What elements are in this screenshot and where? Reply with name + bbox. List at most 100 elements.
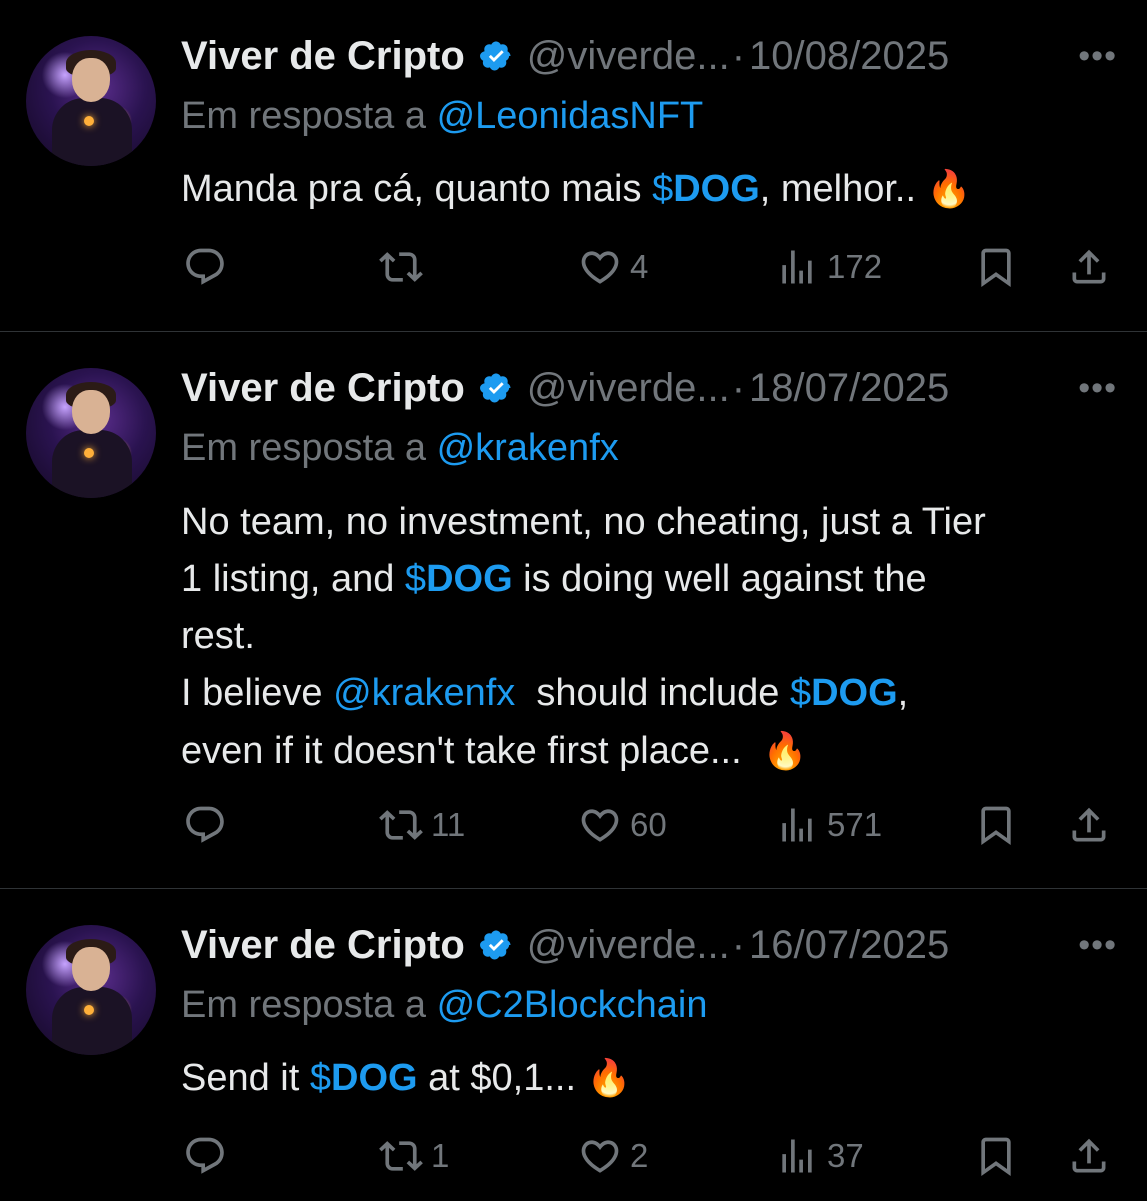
more-options-icon[interactable]: •••: [1078, 32, 1117, 80]
tweet-text-line: Manda pra cá, quanto mais $DOG, melhor..…: [181, 160, 971, 218]
retweet-button[interactable]: 1: [379, 1131, 449, 1181]
views-button[interactable]: 571: [775, 800, 882, 850]
like-count: 60: [630, 806, 667, 843]
tweet-2[interactable]: Viver de Cripto @viverde... · 18/07/2025…: [0, 332, 1147, 889]
cashtag-link[interactable]: $DOG: [405, 558, 513, 600]
text-segment: Manda pra cá, quanto mais: [181, 168, 653, 210]
cashtag-link[interactable]: $DOG: [310, 1057, 418, 1099]
avatar[interactable]: [26, 36, 156, 166]
author-handle[interactable]: @viverde...: [527, 32, 730, 80]
tweet-1[interactable]: Viver de Cripto @viverde... · 10/08/2025…: [0, 0, 1147, 332]
views-icon: [782, 250, 812, 284]
reply-context: Em resposta a @C2Blockchain: [181, 981, 707, 1029]
retweet-icon: [379, 810, 423, 840]
separator: ·: [731, 34, 746, 78]
retweet-count: 11: [431, 806, 466, 843]
verified-badge-icon: [479, 41, 511, 71]
mention-link[interactable]: @krakenfx: [333, 672, 515, 714]
cashtag-ticker: DOG: [426, 558, 513, 600]
bookmark-button[interactable]: [974, 800, 1018, 850]
author-name[interactable]: Viver de Cripto: [181, 32, 465, 80]
reply-prefix: Em resposta a: [181, 427, 437, 469]
more-options-icon[interactable]: •••: [1078, 364, 1117, 412]
retweet-button[interactable]: 11: [379, 800, 465, 850]
reply-to-mention[interactable]: @krakenfx: [437, 427, 619, 469]
bookmark-button[interactable]: [974, 242, 1018, 292]
heart-icon: [581, 251, 619, 284]
author-handle[interactable]: @viverde...: [527, 921, 730, 969]
author-name[interactable]: Viver de Cripto: [181, 364, 465, 412]
tweet-3[interactable]: Viver de Cripto @viverde... · 16/07/2025…: [0, 889, 1147, 1201]
cashtag-ticker: DOG: [811, 672, 898, 714]
retweet-count: 1: [431, 1137, 450, 1174]
cashtag-symbol: $: [404, 558, 427, 600]
retweet-icon: [379, 252, 423, 282]
separator: ·: [731, 923, 746, 967]
text-segment: 1 listing, and: [181, 558, 405, 600]
tweet-text: Manda pra cá, quanto mais $DOG, melhor..…: [181, 160, 971, 218]
cashtag-link[interactable]: $DOG: [790, 672, 898, 714]
tweet-date[interactable]: 16/07/2025: [749, 921, 949, 969]
like-button[interactable]: 60: [578, 800, 667, 850]
like-button[interactable]: 4: [578, 242, 648, 292]
cashtag-symbol: $: [652, 168, 674, 210]
verified-badge-icon: [479, 373, 511, 403]
tweet-date[interactable]: 18/07/2025: [749, 364, 949, 412]
reply-context: Em resposta a @krakenfx: [181, 424, 619, 472]
share-button[interactable]: [1067, 1131, 1111, 1181]
tweet-text-line: 1 listing, and $DOG is doing well agains…: [181, 551, 986, 608]
action-bar: 1 2 37: [181, 1131, 1121, 1181]
author-name[interactable]: Viver de Cripto: [181, 921, 465, 969]
text-segment: at $0,1...: [417, 1057, 587, 1099]
more-options-icon[interactable]: •••: [1078, 921, 1117, 969]
separator: ·: [731, 366, 746, 410]
action-bar: 4 172: [181, 242, 1121, 292]
cashtag-symbol: $: [789, 672, 812, 714]
tweet-text-line: even if it doesn't take first place... 🔥: [181, 722, 986, 780]
reply-to-mention[interactable]: @C2Blockchain: [437, 984, 708, 1026]
author-handle[interactable]: @viverde...: [527, 364, 730, 412]
text-segment: should include: [515, 672, 790, 714]
tweet-date[interactable]: 10/08/2025: [749, 32, 949, 80]
text-segment: No team, no investment, no cheating, jus…: [181, 501, 986, 543]
text-segment: even if it doesn't take first place...: [181, 730, 763, 772]
views-button[interactable]: 172: [775, 242, 882, 292]
fire-emoji-icon: 🔥: [762, 730, 808, 771]
avatar[interactable]: [26, 925, 156, 1055]
share-icon: [1072, 807, 1106, 842]
text-segment: rest.: [181, 615, 255, 657]
like-button[interactable]: 2: [578, 1131, 648, 1181]
views-button[interactable]: 37: [775, 1131, 864, 1181]
bookmark-icon: [981, 1137, 1011, 1177]
cashtag-link[interactable]: $DOG: [652, 168, 760, 210]
reply-button[interactable]: [183, 800, 235, 850]
cashtag-symbol: $: [309, 1057, 332, 1099]
fire-emoji-icon: 🔥: [926, 168, 972, 209]
share-icon: [1072, 249, 1106, 284]
reply-prefix: Em resposta a: [181, 95, 437, 137]
avatar[interactable]: [26, 368, 156, 498]
reply-prefix: Em resposta a: [181, 984, 437, 1026]
fire-emoji-icon: 🔥: [586, 1057, 632, 1098]
tweet-text-line: No team, no investment, no cheating, jus…: [181, 494, 986, 551]
share-icon: [1072, 1138, 1106, 1173]
action-bar: 11 60 571: [181, 800, 1121, 850]
text-segment: I believe: [181, 672, 334, 714]
reply-to-mention[interactable]: @LeonidasNFT: [437, 95, 704, 137]
bookmark-button[interactable]: [974, 1131, 1018, 1181]
reply-icon: [186, 806, 224, 843]
retweet-button[interactable]: [379, 242, 431, 292]
tweet-text-line: I believe @krakenfx should include $DOG,: [181, 665, 986, 722]
retweet-icon: [379, 1141, 423, 1171]
cashtag-ticker: DOG: [331, 1057, 418, 1099]
bookmark-icon: [981, 248, 1011, 288]
verified-badge-icon: [479, 930, 511, 960]
text-segment: is doing well against the: [512, 558, 927, 600]
text-segment: , melhor..: [759, 168, 927, 210]
reply-button[interactable]: [183, 242, 235, 292]
reply-button[interactable]: [183, 1131, 235, 1181]
tweet-text-line: Send it $DOG at $0,1... 🔥: [181, 1049, 631, 1107]
share-button[interactable]: [1067, 800, 1111, 850]
share-button[interactable]: [1067, 242, 1111, 292]
cashtag-ticker: DOG: [673, 168, 760, 210]
